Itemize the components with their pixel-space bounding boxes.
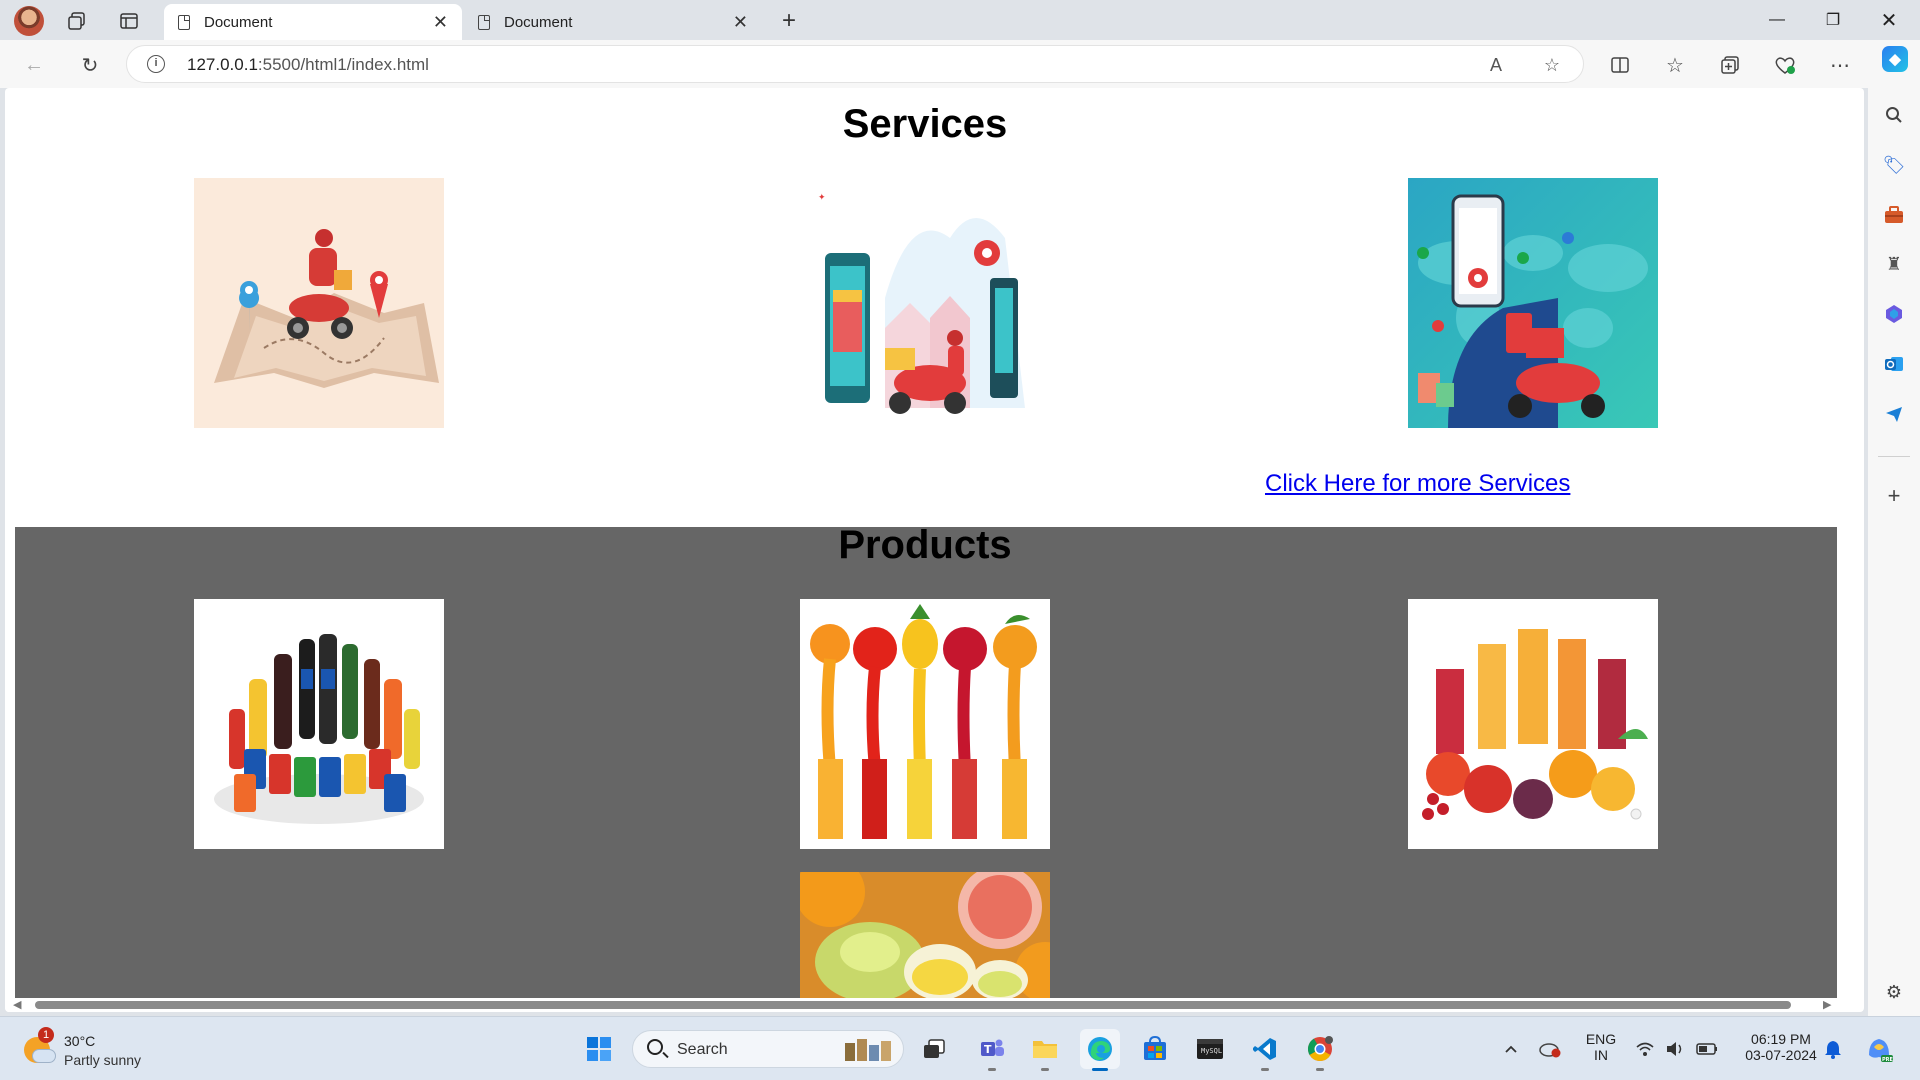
page-viewport: Services ✦ Click Here for more Services … (5, 88, 1864, 1012)
search-highlight-icon (845, 1039, 891, 1061)
file-explorer-icon[interactable] (1025, 1029, 1065, 1071)
weather-temperature: 30°C (64, 1033, 96, 1049)
horizontal-scroll-thumb[interactable] (35, 1001, 1791, 1009)
notification-bell-icon[interactable] (1817, 1029, 1849, 1069)
tab-label: Document (504, 13, 573, 31)
svg-text:PRE: PRE (1882, 1057, 1893, 1063)
restore-icon[interactable]: ❐ (1806, 0, 1860, 40)
send-icon[interactable] (1882, 402, 1906, 426)
product-image-citrus-juicer (800, 872, 1050, 998)
more-menu-icon[interactable]: ⋯ (1824, 49, 1856, 81)
refresh-icon[interactable]: ↻ (74, 49, 106, 81)
volume-icon[interactable] (1660, 1029, 1690, 1069)
tab-label: Document (204, 13, 273, 31)
product-image-juice-glasses (1408, 599, 1658, 849)
svg-text:✦: ✦ (818, 193, 826, 203)
clock-time: 06:19 PM (1751, 1031, 1811, 1047)
wifi-icon[interactable] (1630, 1029, 1660, 1069)
show-hidden-icons-chevron-icon[interactable] (1493, 1029, 1529, 1069)
product-image-fruit-juices (800, 599, 1050, 849)
tab-document-2[interactable]: Document ✕ (464, 4, 762, 40)
close-window-icon[interactable]: ✕ (1862, 0, 1916, 40)
weather-widget[interactable]: 1 30°C Partly sunny (22, 1027, 182, 1071)
tab-document-1[interactable]: Document ✕ (164, 4, 462, 40)
chrome-icon[interactable] (1300, 1029, 1340, 1071)
split-screen-icon[interactable] (1604, 49, 1636, 81)
language-indicator[interactable]: ENG IN (1581, 1031, 1621, 1063)
outlook-icon[interactable] (1882, 352, 1906, 376)
address-bar[interactable]: i 127.0.0.1:5500/html1/index.html A ☆ (126, 45, 1584, 83)
document-icon (478, 14, 490, 30)
teams-icon[interactable]: T (972, 1029, 1012, 1071)
taskbar-search[interactable]: Search (632, 1030, 904, 1068)
favorites-icon[interactable]: ☆ (1659, 49, 1691, 81)
profile-avatar[interactable] (14, 6, 44, 36)
close-tab-icon[interactable]: ✕ (433, 12, 448, 33)
windows-taskbar: 1 30°C Partly sunny Search T MySQL ENG I… (0, 1016, 1920, 1080)
close-tab-icon[interactable]: ✕ (733, 12, 748, 33)
search-icon[interactable] (1882, 103, 1906, 127)
copilot-taskbar-icon[interactable]: PRE (1859, 1029, 1899, 1069)
service-image-online-delivery: ✦ (800, 178, 1050, 428)
vscode-icon[interactable] (1245, 1029, 1285, 1071)
scroll-right-icon[interactable]: ▶ (1823, 998, 1831, 1011)
horizontal-scrollbar[interactable]: ◀ ▶ (5, 998, 1841, 1012)
new-tab-button[interactable]: + (774, 6, 804, 36)
back-icon[interactable]: ← (18, 49, 50, 81)
battery-icon[interactable] (1692, 1029, 1722, 1069)
browser-essentials-icon[interactable] (1769, 49, 1801, 81)
service-image-phone-scooter (1408, 178, 1658, 428)
document-icon (178, 14, 190, 30)
clock-date: 03-07-2024 (1745, 1047, 1817, 1063)
microsoft-store-icon[interactable] (1135, 1029, 1175, 1069)
browser-toolbar: ← ↻ i 127.0.0.1:5500/html1/index.html A … (0, 40, 1920, 88)
vertical-tabs-icon[interactable] (114, 6, 144, 36)
terminal-icon[interactable]: MySQL (1190, 1029, 1230, 1069)
sidebar-divider (1878, 456, 1910, 457)
edge-browser-icon[interactable] (1080, 1029, 1120, 1071)
weather-cloud-icon (32, 1049, 56, 1063)
copilot-icon[interactable]: ◆ (1882, 46, 1908, 72)
minimize-icon[interactable]: — (1750, 0, 1804, 40)
scroll-left-icon[interactable]: ◀ (13, 998, 21, 1011)
notification-badge: 1 (38, 1027, 54, 1043)
collections-icon[interactable] (1714, 49, 1746, 81)
url-text: 127.0.0.1:5500/html1/index.html (187, 55, 429, 74)
search-icon (647, 1039, 663, 1055)
settings-gear-icon[interactable]: ⚙ (1882, 980, 1906, 1004)
service-image-delivery-map (194, 178, 444, 428)
read-aloud-icon[interactable]: A (1481, 50, 1511, 80)
weather-condition: Partly sunny (64, 1052, 142, 1068)
workspaces-icon[interactable] (62, 6, 92, 36)
add-icon[interactable]: + (1882, 483, 1906, 508)
web-page: Services ✦ Click Here for more Services … (5, 88, 1841, 998)
products-heading: Products (838, 523, 1012, 567)
product-image-soft-drinks (194, 599, 444, 849)
start-button[interactable] (579, 1029, 619, 1069)
tab-strip: Document ✕ Document ✕ + — ❐ ✕ (0, 0, 1920, 40)
services-heading: Services (842, 102, 1008, 146)
more-services-link[interactable]: Click Here for more Services (1265, 470, 1570, 498)
site-info-icon[interactable]: i (147, 55, 165, 73)
edge-sidebar: ◆ 🏷 ♜ + ⚙ (1868, 46, 1920, 1016)
clock[interactable]: 06:19 PM 03-07-2024 (1736, 1031, 1826, 1063)
favorite-star-icon[interactable]: ☆ (1537, 50, 1567, 80)
shopping-tag-icon[interactable]: 🏷 (1882, 153, 1906, 177)
svg-text:T: T (984, 1043, 992, 1056)
svg-text:MySQL: MySQL (1201, 1047, 1222, 1055)
task-view-icon[interactable] (914, 1029, 954, 1069)
search-label: Search (677, 1041, 728, 1058)
microsoft-365-icon[interactable] (1882, 302, 1906, 326)
tools-icon[interactable] (1882, 203, 1906, 227)
games-icon[interactable]: ♜ (1882, 252, 1906, 276)
onedrive-status-icon[interactable] (1532, 1029, 1568, 1069)
